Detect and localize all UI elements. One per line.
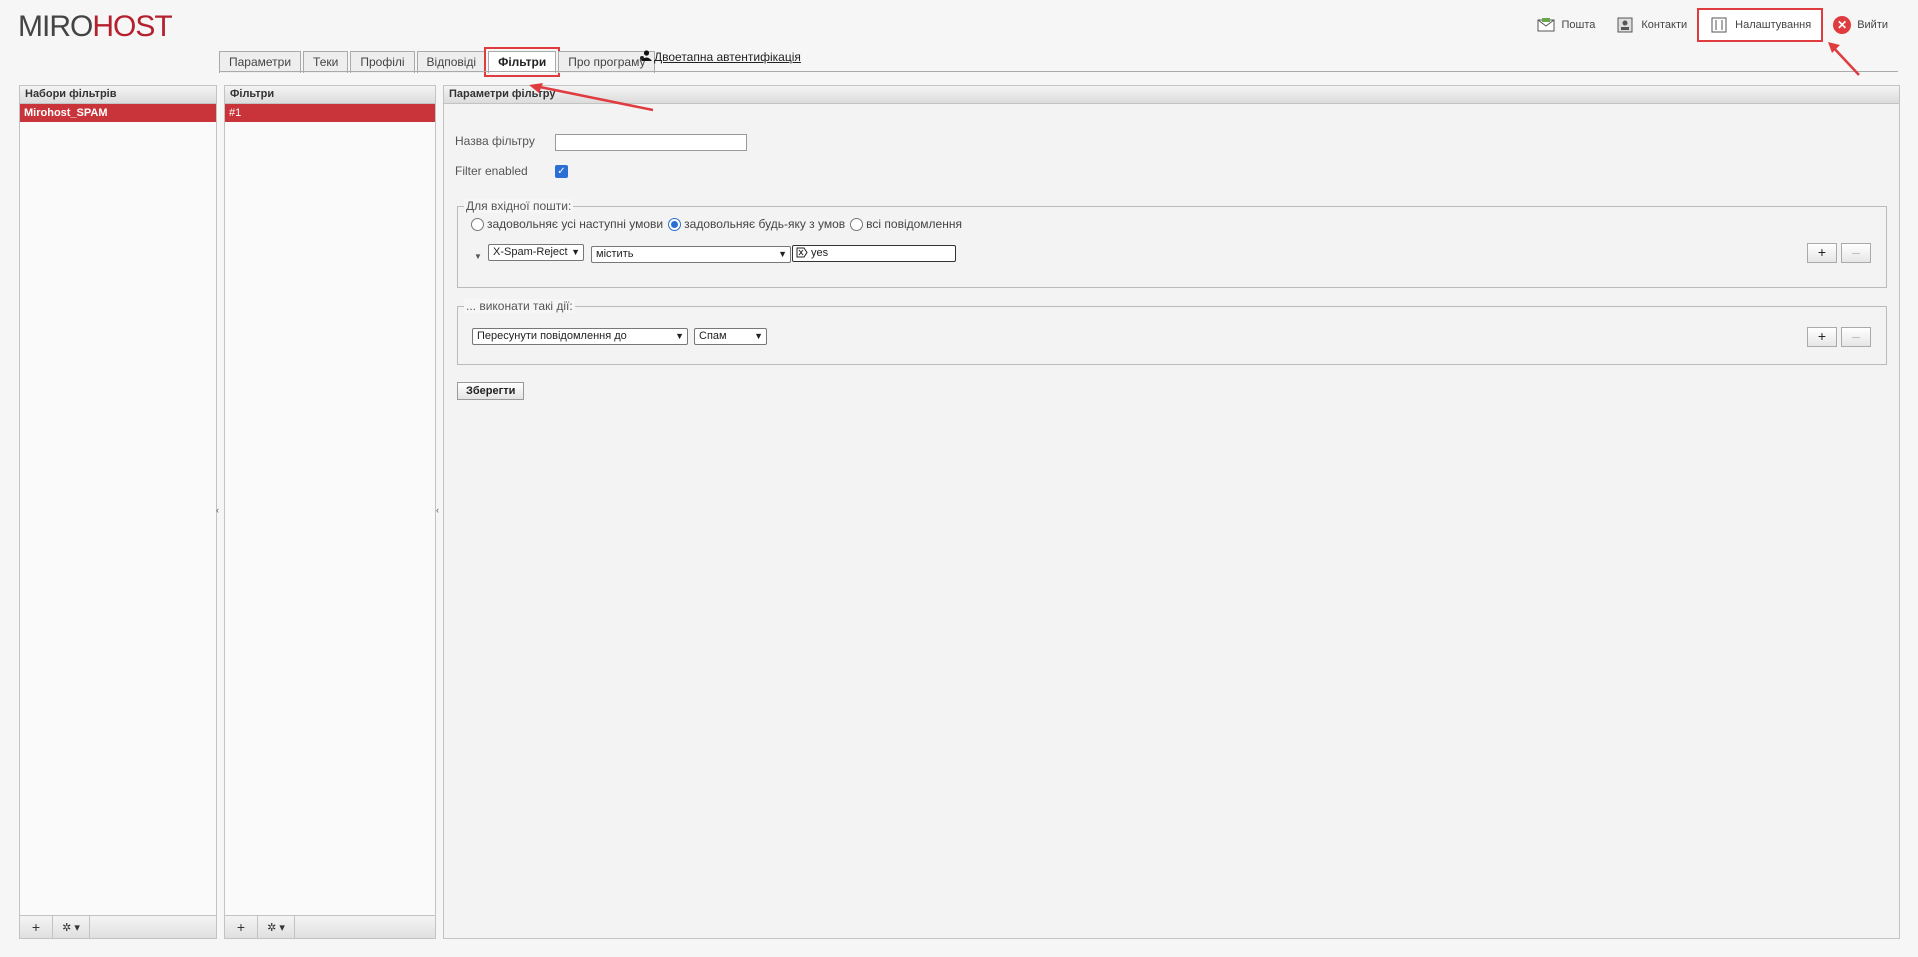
- list-item[interactable]: Mirohost_SPAM: [20, 104, 216, 122]
- rule-operator-value: містить: [596, 248, 634, 260]
- rule-header-select[interactable]: X-Spam-Reject ▼: [488, 244, 584, 261]
- tab-folders[interactable]: Теки: [303, 51, 349, 73]
- tabs-underline: [219, 71, 1898, 72]
- splitter-handle[interactable]: ‹: [216, 505, 220, 515]
- annotation-arrow-settings: [1828, 42, 1860, 76]
- add-action-button[interactable]: +: [1807, 327, 1837, 347]
- radio-all-label: задовольняє усі наступні умови: [487, 217, 664, 231]
- action-value: Пересунути повідомлення до: [477, 330, 627, 342]
- filter-params-title: Параметри фільтру: [444, 86, 1899, 104]
- gear-icon: ✲ ▾: [62, 921, 80, 934]
- add-filterset-button[interactable]: +: [20, 916, 53, 938]
- filtersets-panel: Набори фільтрів Mirohost_SPAM + ✲ ▾: [19, 85, 217, 939]
- settings-icon: [1709, 16, 1729, 34]
- tab-parameters[interactable]: Параметри: [219, 51, 302, 73]
- chevron-down-icon: ▼: [571, 247, 580, 257]
- mail-button[interactable]: Пошта: [1526, 12, 1606, 38]
- logout-label: Вийти: [1857, 19, 1888, 31]
- chevron-down-icon: ▼: [778, 249, 787, 259]
- filter-name-label: Назва фільтру: [455, 134, 535, 148]
- action-target-select[interactable]: Спам ▼: [694, 328, 767, 345]
- list-item[interactable]: #1: [225, 104, 435, 122]
- settings-label: Налаштування: [1735, 19, 1812, 31]
- filtersets-footer: + ✲ ▾: [20, 915, 216, 938]
- match-mode-radios: задовольняє усі наступні умови задовольн…: [471, 217, 962, 231]
- incoming-legend: Для вхідної пошти:: [464, 199, 574, 213]
- add-filter-button[interactable]: +: [225, 916, 258, 938]
- filter-enabled-checkbox[interactable]: ✓: [555, 165, 568, 178]
- remove-action-button[interactable]: –: [1841, 327, 1871, 347]
- logo-text-miro: MIRO: [18, 10, 93, 43]
- action-select[interactable]: Пересунути повідомлення до ▼: [472, 328, 688, 345]
- tag-edit-icon: [796, 247, 808, 263]
- splitter-handle[interactable]: ‹: [436, 505, 440, 515]
- rule-operator-select[interactable]: містить ▼: [591, 246, 791, 263]
- top-toolbar: Пошта Контакти Налаштування ✕ Вийти: [1526, 8, 1899, 42]
- chevron-down-icon: ▼: [754, 331, 763, 341]
- twofa-link[interactable]: Двоетапна автентифікація: [641, 50, 801, 64]
- logout-button[interactable]: ✕ Вийти: [1823, 12, 1898, 38]
- filter-actions-button[interactable]: ✲ ▾: [258, 916, 295, 938]
- remove-rule-button[interactable]: –: [1841, 243, 1871, 263]
- tab-filters[interactable]: Фільтри: [484, 47, 561, 77]
- plus-icon: +: [1817, 244, 1827, 260]
- actions-legend: ... виконати такі дії:: [464, 299, 575, 313]
- mail-label: Пошта: [1561, 19, 1596, 31]
- tab-identities[interactable]: Профілі: [350, 51, 415, 73]
- filter-name-input[interactable]: [555, 134, 747, 151]
- rule-value-text: yes: [811, 247, 829, 259]
- rule-expand-icon[interactable]: ▼: [474, 252, 482, 261]
- logo-text-host: HOST: [92, 10, 172, 43]
- contacts-label: Контакти: [1641, 19, 1688, 31]
- settings-tabs: Параметри Теки Профілі Відповіді Фільтри…: [219, 47, 657, 77]
- minus-icon: –: [1852, 244, 1860, 260]
- filtersets-title: Набори фільтрів: [20, 86, 216, 104]
- contacts-icon: [1615, 16, 1635, 34]
- filter-enabled-label: Filter enabled: [455, 164, 528, 178]
- contacts-button[interactable]: Контакти: [1605, 12, 1697, 38]
- radio-all-messages[interactable]: [850, 217, 864, 231]
- plus-icon: +: [1817, 328, 1827, 344]
- rule-header-value: X-Spam-Reject: [493, 246, 568, 258]
- filterset-actions-button[interactable]: ✲ ▾: [53, 916, 90, 938]
- tab-responses[interactable]: Відповіді: [416, 51, 487, 73]
- filters-footer: + ✲ ▾: [225, 915, 435, 938]
- radio-all-conditions[interactable]: [471, 217, 484, 231]
- minus-icon: –: [1852, 328, 1860, 344]
- plus-icon: +: [31, 919, 41, 935]
- save-button[interactable]: Зберегти: [457, 382, 525, 400]
- settings-button[interactable]: Налаштування: [1697, 8, 1824, 42]
- logout-icon: ✕: [1833, 16, 1852, 34]
- filters-title: Фільтри: [225, 86, 435, 104]
- radio-any-condition[interactable]: [668, 217, 682, 231]
- mail-icon: [1536, 16, 1556, 34]
- filters-panel: Фільтри #1 + ✲ ▾: [224, 85, 436, 939]
- filter-params-panel: Параметри фільтру Назва фільтру Filter e…: [443, 85, 1900, 939]
- logo: MIROHOST: [18, 10, 173, 44]
- user-icon: [641, 50, 652, 64]
- plus-icon: +: [236, 919, 246, 935]
- chevron-down-icon: ▼: [675, 331, 684, 341]
- twofa-label: Двоетапна автентифікація: [654, 50, 801, 64]
- radio-any-label: задовольняє будь-яку з умов: [684, 217, 846, 231]
- radio-every-label: всі повідомлення: [866, 217, 962, 231]
- gear-icon: ✲ ▾: [267, 921, 285, 934]
- action-target-value: Спам: [699, 330, 727, 342]
- add-rule-button[interactable]: +: [1807, 243, 1837, 263]
- rule-value-input[interactable]: yes: [792, 245, 956, 262]
